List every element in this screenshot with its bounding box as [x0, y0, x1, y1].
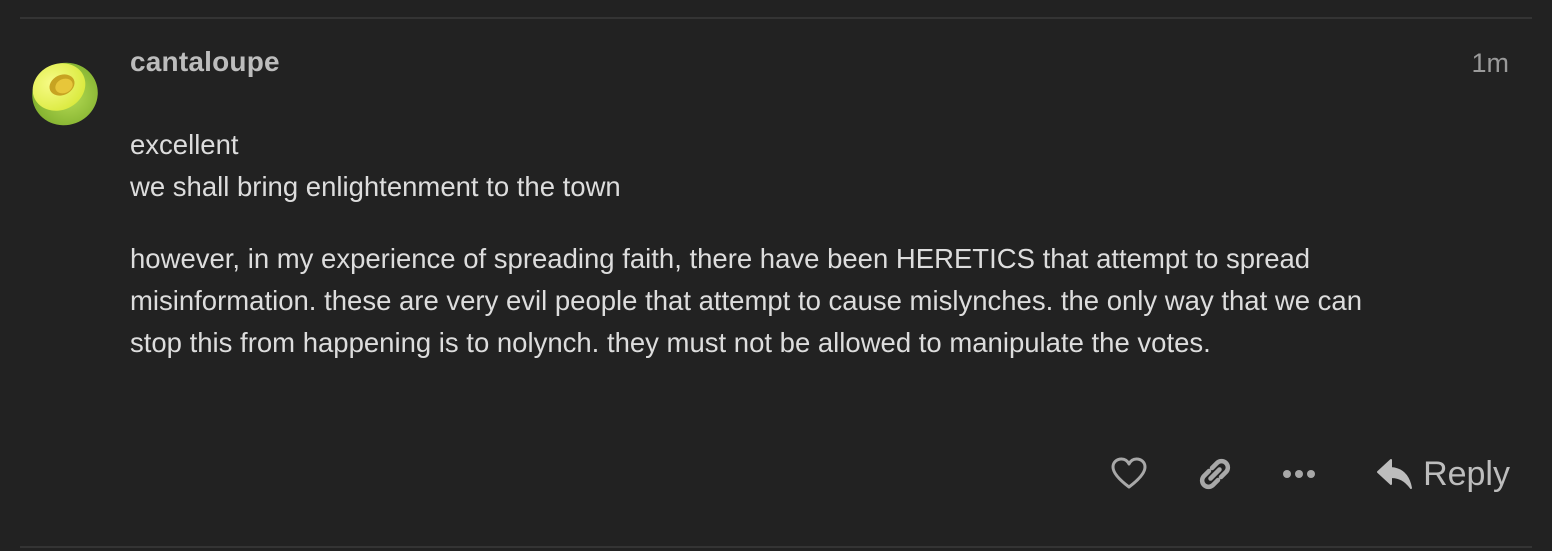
post-actions: Reply	[1109, 448, 1510, 500]
like-button[interactable]	[1109, 454, 1149, 494]
top-divider	[20, 17, 1532, 19]
reply-button[interactable]: Reply	[1377, 452, 1510, 496]
heart-icon	[1111, 457, 1147, 489]
reply-arrow-icon	[1377, 459, 1413, 489]
username[interactable]: cantaloupe	[130, 46, 280, 78]
ellipsis-icon	[1283, 470, 1316, 478]
more-actions-button[interactable]	[1279, 454, 1319, 494]
avatar[interactable]	[26, 54, 100, 128]
post-time[interactable]: 1m	[1471, 48, 1509, 79]
cantaloupe-avatar-icon	[32, 62, 98, 126]
bottom-divider	[20, 546, 1532, 548]
share-link-button[interactable]	[1195, 454, 1235, 494]
paragraph: excellent we shall bring enlightenment t…	[130, 124, 1510, 208]
text-line: however, in my experience of spreading f…	[130, 243, 1311, 274]
link-icon	[1200, 458, 1231, 490]
text-line: excellent	[130, 129, 239, 160]
paragraph: however, in my experience of spreading f…	[130, 238, 1510, 364]
post-body: excellent we shall bring enlightenment t…	[130, 124, 1510, 394]
reply-label: Reply	[1423, 454, 1510, 493]
post: cantaloupe 1m excellent we shall bring e…	[0, 0, 1552, 551]
text-line: we shall bring enlightenment to the town	[130, 171, 621, 202]
text-line: misinformation. these are very evil peop…	[130, 285, 1362, 316]
text-line: stop this from happening is to nolynch. …	[130, 327, 1211, 358]
